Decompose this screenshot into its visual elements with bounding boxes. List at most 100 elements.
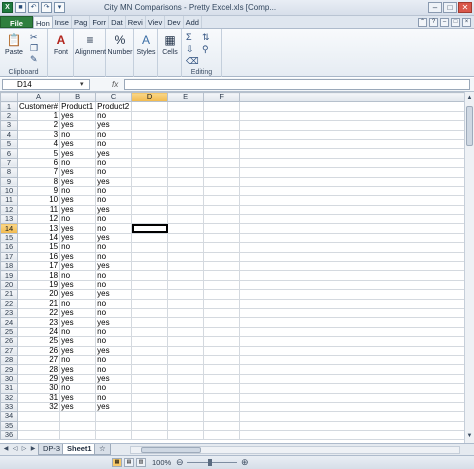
tab-data[interactable]: Dat (109, 16, 126, 28)
cell-c[interactable]: no (95, 354, 133, 366)
cell-e[interactable] (167, 317, 205, 328)
row-header[interactable]: 24 (0, 317, 18, 328)
cell-c[interactable]: no (95, 242, 133, 253)
cell-c[interactable] (95, 411, 133, 422)
row-header[interactable]: 6 (0, 148, 18, 159)
number-button[interactable]: % Number (107, 32, 133, 56)
cell-f[interactable] (203, 185, 241, 197)
cell-b[interactable]: yes (59, 279, 97, 291)
zoom-slider-knob[interactable] (208, 459, 212, 466)
cell-empty[interactable] (239, 204, 470, 216)
column-header-b[interactable]: B (59, 92, 97, 103)
zoom-slider-track[interactable] (187, 462, 237, 463)
cell-f[interactable] (203, 101, 241, 112)
cell-c[interactable]: no (95, 364, 133, 375)
cell-d[interactable] (131, 167, 169, 178)
cell-d[interactable] (131, 157, 169, 169)
autosum-icon[interactable]: Σ (186, 32, 192, 42)
cell-b[interactable]: yes (59, 195, 97, 206)
cell-f[interactable] (203, 251, 241, 263)
worksheet-grid[interactable]: A B C D E F 1 Customer# Product1 Product2 2 1… (0, 92, 474, 443)
cell-c[interactable]: yes (95, 317, 133, 328)
cell-f[interactable] (203, 232, 241, 244)
cell-f[interactable] (203, 110, 241, 122)
cell-e[interactable] (167, 185, 205, 197)
row-header[interactable]: 11 (0, 195, 18, 206)
cell-d[interactable] (131, 176, 169, 187)
page-break-view-icon[interactable]: ▥ (136, 458, 146, 467)
cell-e[interactable] (167, 195, 205, 206)
cell-d[interactable] (131, 214, 169, 225)
cell-b[interactable]: yes (59, 251, 97, 263)
cell-c[interactable] (95, 430, 133, 441)
cell-empty[interactable] (239, 157, 470, 169)
cells-button[interactable]: ▦ Cells (159, 32, 181, 56)
cell-f[interactable] (203, 317, 241, 328)
row-header[interactable]: 36 (0, 430, 18, 441)
cell-a[interactable]: 4 (16, 138, 61, 150)
cell-a[interactable]: 5 (16, 148, 61, 159)
cell-a[interactable]: 13 (16, 223, 61, 234)
column-header-a[interactable]: A (16, 92, 61, 103)
customize-qat-icon[interactable]: ▾ (54, 2, 65, 13)
cell-d[interactable] (131, 138, 169, 150)
cell-b[interactable]: yes (59, 148, 97, 159)
cell-d[interactable] (131, 289, 169, 300)
font-button[interactable]: A Font (50, 32, 72, 56)
find-select-icon[interactable]: ⚲ (202, 44, 209, 55)
cell-b[interactable]: yes (59, 345, 97, 356)
alignment-button[interactable]: ≡ Alignment (75, 32, 106, 56)
cell-c[interactable]: no (95, 214, 133, 225)
cell-c[interactable]: no (95, 223, 133, 234)
styles-button[interactable]: A Styles (135, 32, 157, 56)
vertical-scrollbar[interactable]: ▲ ▼ (464, 92, 474, 443)
cell-a[interactable]: 26 (16, 345, 61, 356)
tab-view[interactable]: Viev (146, 16, 166, 28)
row-header[interactable]: 3 (0, 120, 18, 131)
cell-f[interactable] (203, 242, 241, 253)
cell-empty[interactable] (239, 289, 470, 300)
cell-b[interactable]: yes (59, 289, 97, 300)
cell-a[interactable]: 29 (16, 373, 61, 385)
normal-view-icon[interactable]: ▦ (112, 458, 122, 467)
cell-c[interactable]: no (95, 298, 133, 310)
cell-c[interactable]: no (95, 383, 133, 394)
cell-c[interactable]: no (95, 326, 133, 338)
cell-d[interactable] (131, 110, 169, 122)
clear-icon[interactable]: ⌫ (186, 56, 199, 67)
cell-b[interactable]: yes (59, 307, 97, 319)
cell-f[interactable] (203, 411, 241, 422)
cell-c[interactable]: yes (95, 148, 133, 159)
cell-f[interactable] (203, 401, 241, 413)
cell-b[interactable]: yes (59, 167, 97, 178)
cell-f[interactable] (203, 214, 241, 225)
cell-empty[interactable] (239, 195, 470, 206)
cell-c[interactable]: yes (95, 373, 133, 385)
tab-home[interactable]: Hon (33, 16, 53, 28)
cell-b[interactable]: yes (59, 232, 97, 244)
cell-e[interactable] (167, 214, 205, 225)
cell-f[interactable] (203, 364, 241, 375)
name-box[interactable]: D14 (2, 79, 90, 90)
cell-f[interactable] (203, 157, 241, 169)
cell-d[interactable] (131, 307, 169, 319)
cell-empty[interactable] (239, 430, 470, 441)
copy-icon[interactable]: ❐ (30, 43, 38, 54)
cell-empty[interactable] (239, 185, 470, 197)
cell-d[interactable] (131, 101, 169, 112)
cell-d[interactable] (131, 401, 169, 413)
cell-a[interactable]: 7 (16, 167, 61, 178)
undo-icon[interactable]: ↶ (28, 2, 39, 13)
cell-d[interactable] (131, 364, 169, 375)
first-sheet-icon[interactable]: ◀ (2, 445, 10, 454)
cell-e[interactable] (167, 430, 205, 441)
cell-c[interactable]: no (95, 157, 133, 169)
cell-c[interactable]: no (95, 138, 133, 150)
cell-empty[interactable] (239, 242, 470, 253)
cell-f[interactable] (203, 176, 241, 187)
formula-input[interactable] (124, 79, 470, 90)
row-header[interactable]: 9 (0, 176, 18, 187)
cell-e[interactable] (167, 261, 205, 272)
cell-d[interactable] (131, 232, 169, 244)
cell-c[interactable]: no (95, 270, 133, 281)
